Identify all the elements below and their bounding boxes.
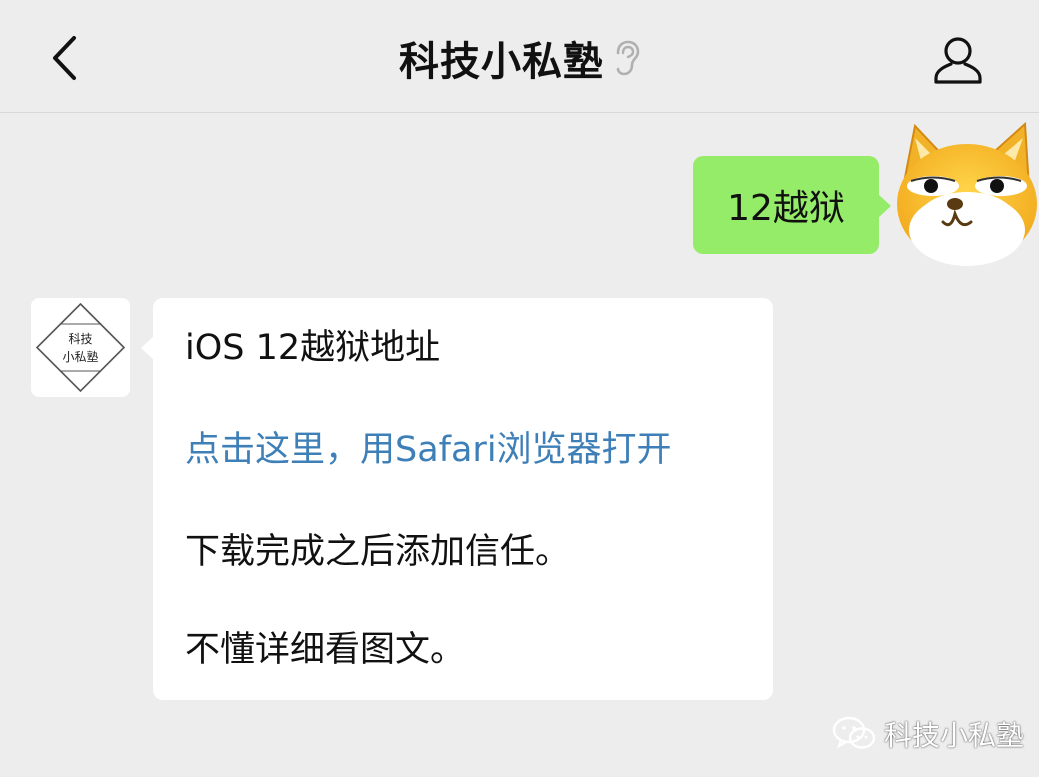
- contact-avatar[interactable]: 科技 小私塾: [31, 298, 130, 397]
- svg-text:小私塾: 小私塾: [62, 349, 98, 364]
- navigation-bar: 科技小私塾: [0, 0, 1039, 113]
- my-avatar[interactable]: [893, 118, 1039, 268]
- wechat-icon: [832, 716, 876, 749]
- watermark: 科技小私塾: [832, 712, 1024, 756]
- shiba-dog-avatar-icon: [897, 121, 1037, 266]
- outgoing-message-bubble[interactable]: 12越狱: [693, 156, 891, 254]
- chat-info-button[interactable]: [926, 30, 990, 90]
- message-line-guide: 不懂详细看图文。: [185, 630, 466, 670]
- watermark-text: 科技小私塾: [884, 719, 1025, 752]
- chat-title-group: 科技小私塾: [0, 30, 1039, 86]
- account-logo-icon: 科技 小私塾: [35, 302, 126, 393]
- person-icon: [934, 37, 982, 84]
- chat-title: 科技小私塾: [399, 39, 604, 85]
- incoming-message-bubble[interactable]: iOS 12越狱地址 点击这里，用Safari浏览器打开 下载完成之后添加信任。…: [141, 298, 773, 700]
- svg-text:科技: 科技: [68, 332, 92, 346]
- message-line-title: iOS 12越狱地址: [185, 328, 441, 368]
- safari-link[interactable]: 点击这里，用Safari浏览器打开: [185, 428, 672, 472]
- message-line-trust: 下载完成之后添加信任。: [185, 532, 571, 572]
- ear-icon: [614, 40, 640, 76]
- outgoing-message-text: 12越狱: [727, 188, 845, 229]
